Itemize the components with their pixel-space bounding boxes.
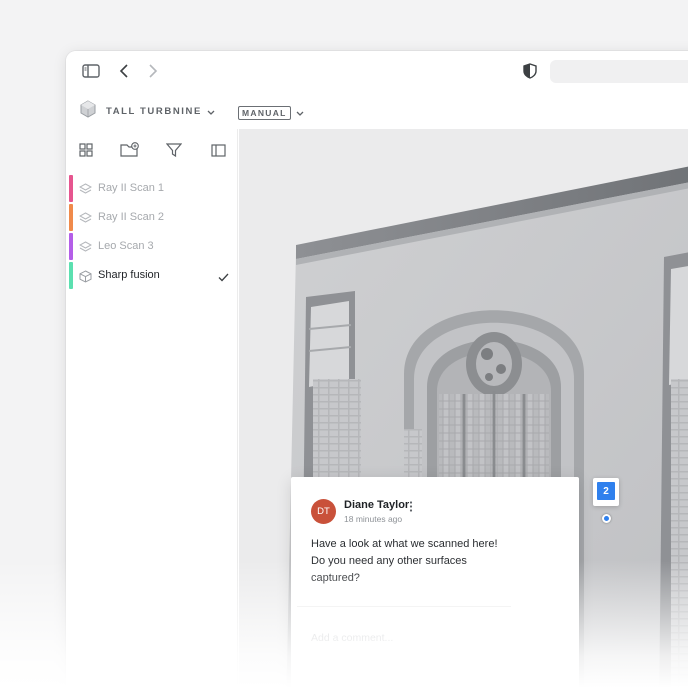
scan-item-leo-scan-3[interactable]: Leo Scan 3	[66, 232, 237, 261]
scan-color-bar	[69, 204, 73, 231]
cube-icon	[78, 269, 92, 283]
scan-color-bar	[69, 262, 73, 289]
comment-time: 18 minutes ago	[344, 514, 403, 524]
address-bar[interactable]	[550, 60, 688, 83]
chevron-down-icon	[296, 104, 304, 122]
mode-badge: MANUAL	[238, 106, 291, 120]
shield-icon[interactable]	[521, 62, 539, 80]
project-selector[interactable]: TALL TURBNINE	[79, 100, 215, 123]
scan-label: Sharp fusion	[98, 269, 160, 281]
project-name: TALL TURBNINE	[106, 106, 202, 117]
scan-label: Ray II Scan 2	[98, 211, 165, 223]
pin-number: 2	[597, 482, 615, 500]
checkmark-icon	[218, 269, 229, 287]
scan-list: Ray II Scan 1 Ray II Scan 2 Leo Scan 3 S…	[66, 174, 237, 290]
scan-item-ray-ii-scan-1[interactable]: Ray II Scan 1	[66, 174, 237, 203]
scan-item-ray-ii-scan-2[interactable]: Ray II Scan 2	[66, 203, 237, 232]
comment-author: Diane Taylor	[344, 499, 410, 511]
comment-card: DT Diane Taylor 18 minutes ago Have a lo…	[291, 477, 579, 688]
more-options-icon[interactable]	[409, 499, 413, 517]
layers-icon	[78, 182, 92, 196]
project-toolbar: TALL TURBNINE MANUAL	[66, 91, 688, 129]
pin-anchor-dot[interactable]	[602, 514, 611, 523]
avatar[interactable]: DT	[311, 499, 336, 524]
sidebar-toggle-icon[interactable]	[82, 62, 100, 80]
mode-selector[interactable]: MANUAL	[238, 104, 304, 122]
scan-color-bar	[69, 233, 73, 260]
title-bar	[66, 51, 688, 91]
panel-toggle-icon[interactable]	[208, 141, 228, 159]
forward-icon[interactable]	[144, 62, 162, 80]
comment-pin[interactable]: 2	[593, 478, 619, 506]
scan-item-sharp-fusion[interactable]: Sharp fusion	[66, 261, 237, 290]
comment-message: Have a look at what we scanned here! Do …	[311, 538, 498, 584]
scan-color-bar	[69, 175, 73, 202]
layers-icon	[78, 211, 92, 225]
chevron-down-icon	[207, 103, 215, 121]
back-icon[interactable]	[115, 62, 133, 80]
layers-icon	[78, 240, 92, 254]
add-folder-icon[interactable]	[120, 141, 140, 159]
scan-sidebar: Ray II Scan 1 Ray II Scan 2 Leo Scan 3 S…	[66, 129, 238, 688]
filter-icon[interactable]	[164, 141, 184, 159]
scan-label: Ray II Scan 1	[98, 182, 165, 194]
sidebar-tools	[66, 129, 237, 173]
comment-divider	[297, 606, 511, 607]
scan-label: Leo Scan 3	[98, 240, 154, 252]
comment-reply-input[interactable]: Add a comment...	[311, 632, 393, 644]
project-logo-icon	[79, 100, 97, 123]
grid-view-icon[interactable]	[76, 141, 96, 159]
